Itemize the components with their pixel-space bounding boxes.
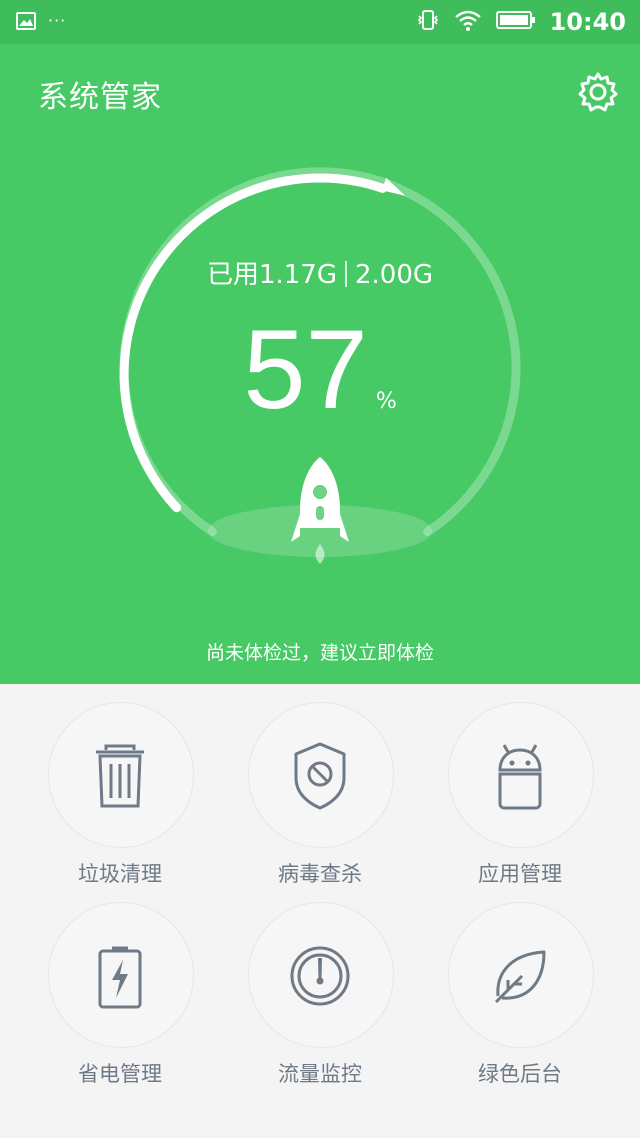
tool-power-save[interactable]: 省电管理 [20,884,220,1086]
shield-icon [294,742,346,810]
tool-label: 省电管理 [78,1062,162,1086]
tools-grid: 垃圾清理 病毒查杀 应用管理 省电管理 流量监控 绿色后台 [0,684,640,1138]
status-bar: ··· 10:40 [0,0,640,44]
android-icon [498,744,542,810]
tool-virus-scan[interactable]: 病毒查杀 [220,684,420,886]
memory-total: 2.00G [355,260,434,290]
percent-value: 57 [243,307,368,432]
tool-green-background[interactable]: 绿色后台 [420,884,620,1086]
memory-percent: 57% [0,314,640,426]
clock: 10:40 [549,8,626,36]
image-notification-icon [16,12,36,34]
wifi-icon [454,9,482,35]
tool-label: 绿色后台 [478,1062,562,1086]
battery-icon [98,946,142,1009]
vibrate-icon [416,8,440,36]
trash-icon [96,744,144,808]
checkup-hint[interactable]: 尚未体检过，建议立即体检 [0,638,640,665]
battery-status-icon [495,10,536,34]
tool-traffic-monitor[interactable]: 流量监控 [220,884,420,1086]
more-notifications-icon: ··· [48,10,67,30]
leaf-icon [494,950,546,1004]
memory-usage-text: 已用1.17G 2.00G [0,254,640,291]
tool-app-manage[interactable]: 应用管理 [420,684,620,886]
memory-panel: 系统管家 已用1.17G 2.00G 57% 尚未体检过，建议立即体检 [0,44,640,684]
tool-label: 流量监控 [278,1062,362,1086]
gauge-icon [290,946,350,1006]
percent-unit: % [375,389,397,414]
tool-junk-clean[interactable]: 垃圾清理 [20,684,220,886]
divider [345,261,347,287]
memory-used: 已用1.17G [206,260,337,290]
